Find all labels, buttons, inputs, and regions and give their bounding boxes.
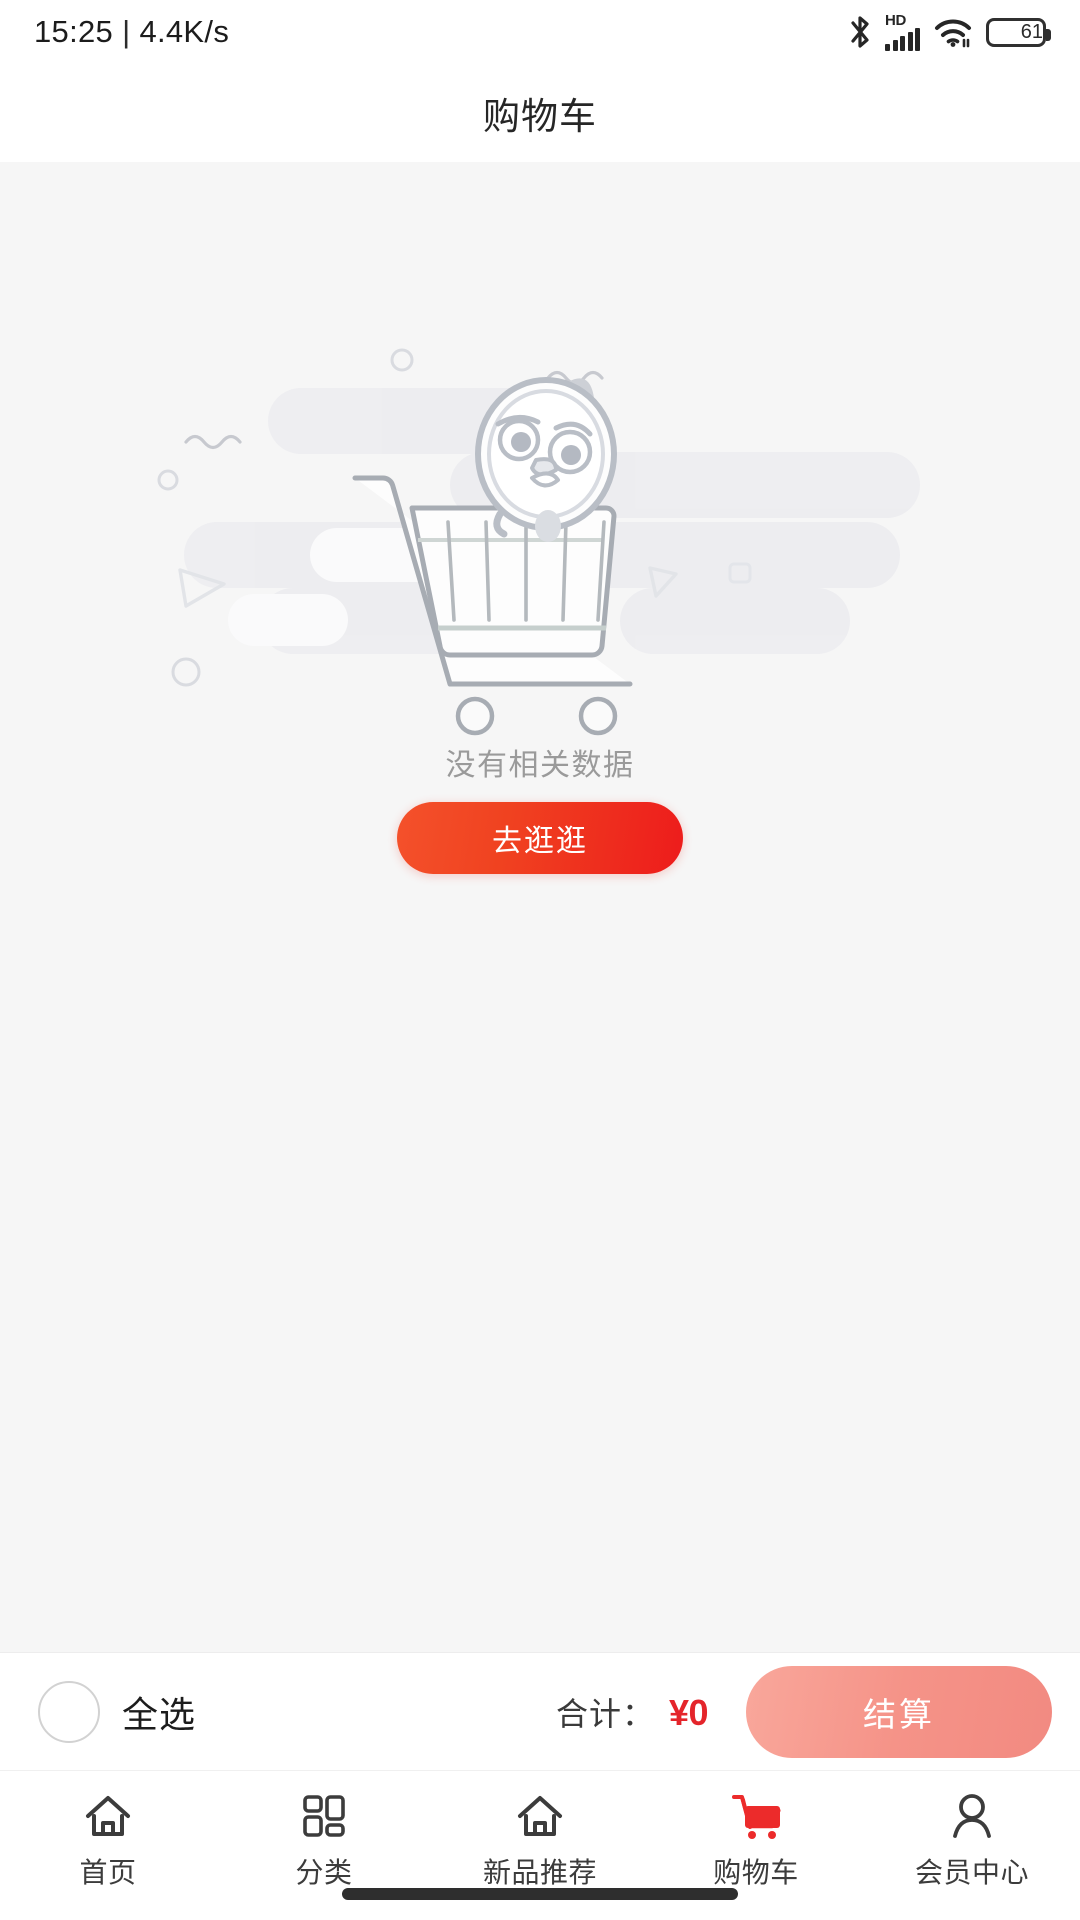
hd-signal-icon: HD xyxy=(885,13,920,51)
status-bar-left: 15:25 | 4.4K/s xyxy=(34,14,229,50)
status-bar-right: HD 61 xyxy=(848,13,1051,51)
cart-icon xyxy=(729,1789,783,1843)
status-network-speed: 4.4K/s xyxy=(139,14,230,49)
empty-state: 没有相关数据 去逛逛 xyxy=(0,162,1080,874)
tab-categories[interactable]: 分类 xyxy=(216,1789,432,1891)
grid-icon xyxy=(300,1789,348,1843)
go-shopping-button[interactable]: 去逛逛 xyxy=(397,802,683,874)
battery-icon: 61 xyxy=(986,17,1051,47)
hd-label: HD xyxy=(885,12,907,29)
total-amount: ¥0 xyxy=(668,1691,709,1733)
home-indicator xyxy=(342,1888,738,1900)
select-all-label: 全选 xyxy=(122,1693,197,1735)
select-all-control[interactable]: 全选 xyxy=(38,1680,197,1743)
page-title: 购物车 xyxy=(483,96,597,137)
home-icon xyxy=(82,1789,134,1843)
page-title-bar: 购物车 xyxy=(0,64,1080,162)
tab-label: 购物车 xyxy=(713,1857,799,1888)
signal-bars xyxy=(885,28,920,51)
cart-content-area: 没有相关数据 去逛逛 xyxy=(0,162,1080,1652)
status-time: 15:25 xyxy=(34,14,114,49)
status-separator: | xyxy=(122,14,131,49)
bottom-tab-bar: 首页 分类 新品推荐 购物车 会员中心 xyxy=(0,1770,1080,1920)
status-bar: 15:25 | 4.4K/s HD 61 xyxy=(0,0,1080,64)
tab-home[interactable]: 首页 xyxy=(0,1789,216,1891)
phone-screen: 15:25 | 4.4K/s HD 61 购物车 没有相关数据 去逛逛 全选 合… xyxy=(0,0,1080,1920)
user-icon xyxy=(948,1789,996,1843)
battery-level: 61 xyxy=(1020,21,1043,43)
tab-member-center[interactable]: 会员中心 xyxy=(864,1789,1080,1891)
tab-new-products[interactable]: 新品推荐 xyxy=(432,1789,648,1891)
tab-label: 分类 xyxy=(295,1857,353,1888)
checkout-button[interactable]: 结算 xyxy=(746,1665,1052,1758)
checkout-bar: 全选 合计： ¥0 结算 xyxy=(0,1652,1080,1770)
tab-cart[interactable]: 购物车 xyxy=(648,1789,864,1891)
select-all-checkbox[interactable] xyxy=(38,1680,100,1743)
home-outline-icon xyxy=(514,1789,566,1843)
empty-state-message: 没有相关数据 xyxy=(445,749,635,782)
tab-label: 首页 xyxy=(79,1857,137,1888)
tab-label: 会员中心 xyxy=(914,1857,1029,1888)
total-label: 合计： xyxy=(555,1695,655,1732)
empty-cart-bird-illustration xyxy=(157,348,920,736)
wifi-icon xyxy=(933,15,973,49)
bluetooth-icon xyxy=(848,15,872,49)
total-summary: 合计： ¥0 xyxy=(555,1689,709,1735)
tab-label: 新品推荐 xyxy=(482,1857,597,1888)
